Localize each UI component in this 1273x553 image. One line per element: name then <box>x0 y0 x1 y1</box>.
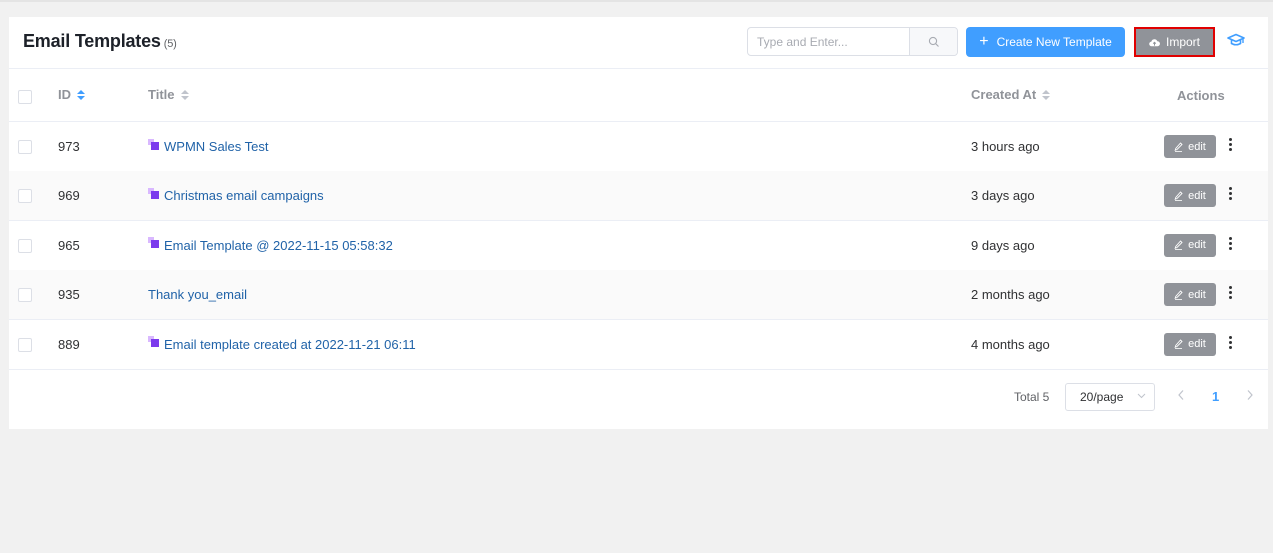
row-checkbox[interactable] <box>18 189 32 204</box>
template-created-at: 9 days ago <box>971 237 1035 253</box>
template-created-at: 3 hours ago <box>971 139 1040 154</box>
more-vertical-icon[interactable] <box>1226 236 1234 253</box>
more-vertical-icon[interactable] <box>1226 286 1234 302</box>
top-divider <box>0 0 1273 2</box>
more-vertical-icon[interactable] <box>1226 187 1234 203</box>
visual-builder-icon <box>148 237 160 249</box>
row-checkbox[interactable] <box>18 337 32 352</box>
page-size-select[interactable]: 20/page <box>1065 383 1155 411</box>
column-actions: Actions <box>1177 88 1225 103</box>
page-number-current[interactable]: 1 <box>1212 389 1219 404</box>
create-new-template-label: Create New Template <box>996 35 1112 49</box>
visual-builder-icon <box>148 138 160 151</box>
template-title-link[interactable]: Email template created at 2022-11-21 06:… <box>148 336 416 352</box>
more-vertical-icon[interactable] <box>1226 335 1234 352</box>
cloud-upload-icon <box>1149 38 1160 46</box>
import-button[interactable]: Import <box>1134 27 1215 57</box>
pencil-icon <box>1174 191 1183 201</box>
table-row: 935 Thank you_email 2 months ago edit <box>9 270 1268 321</box>
table-row: 973 WPMN Sales Test 3 hours ago edit <box>9 122 1268 172</box>
template-count: (5) <box>163 38 177 50</box>
visual-builder-icon <box>148 187 160 200</box>
edit-button[interactable]: edit <box>1164 332 1216 356</box>
plus-icon: + <box>979 33 989 50</box>
pencil-icon <box>1174 339 1183 349</box>
table-header: ID Title Created At Actions <box>9 69 1268 122</box>
template-created-at: 3 days ago <box>971 188 1035 204</box>
search-input[interactable] <box>748 28 910 55</box>
template-id: 965 <box>58 237 80 253</box>
total-count: Total 5 <box>1014 390 1050 404</box>
template-id: 889 <box>58 336 80 352</box>
template-title-link[interactable]: WPMN Sales Test <box>148 138 269 154</box>
column-title[interactable]: Title <box>148 87 189 102</box>
chevron-right-icon[interactable] <box>1246 389 1254 401</box>
pagination: Total 5 20/page 1 <box>9 369 1268 429</box>
template-id: 969 <box>58 188 80 204</box>
template-title-link[interactable]: Email Template @ 2022-11-15 05:58:32 <box>148 237 393 253</box>
template-title: Christmas email campaigns <box>164 188 324 204</box>
table-row: 965 Email Template @ 2022-11-15 05:58:32 9… <box>9 220 1268 271</box>
pencil-icon <box>1174 240 1183 251</box>
edit-button[interactable]: edit <box>1164 184 1216 208</box>
edit-button[interactable]: edit <box>1164 233 1216 257</box>
edit-button[interactable]: edit <box>1164 283 1216 307</box>
create-new-template-button[interactable]: + Create New Template <box>966 27 1125 57</box>
table-row: 969 Christmas email campaigns 3 days ago ed… <box>9 171 1268 222</box>
template-created-at: 2 months ago <box>971 287 1050 303</box>
template-id: 973 <box>58 139 80 154</box>
templates-panel: Email Templates(5) + Create New Template… <box>9 17 1268 429</box>
template-title: Email Template @ 2022-11-15 05:58:32 <box>164 237 393 253</box>
search-button[interactable] <box>910 28 957 55</box>
row-checkbox[interactable] <box>18 238 32 253</box>
edit-label: edit <box>1188 239 1206 252</box>
sort-icon[interactable] <box>180 89 189 100</box>
template-title: WPMN Sales Test <box>164 139 269 154</box>
template-title: Thank you_email <box>148 287 247 303</box>
page-size-value: 20/page <box>1080 390 1124 404</box>
edit-label: edit <box>1188 189 1206 202</box>
column-id[interactable]: ID <box>58 87 85 102</box>
pencil-icon <box>1174 141 1183 152</box>
more-vertical-icon[interactable] <box>1226 138 1234 154</box>
import-label: Import <box>1165 35 1200 49</box>
template-title-link[interactable]: Thank you_email <box>148 287 247 302</box>
table-row: 889 Email template created at 2022-11-21 … <box>9 319 1268 370</box>
pencil-icon <box>1174 290 1183 300</box>
row-checkbox[interactable] <box>18 288 32 303</box>
sort-icon[interactable] <box>1042 89 1051 100</box>
column-created-at[interactable]: Created At <box>971 87 1051 102</box>
page-title: Email Templates (5) <box>23 31 177 51</box>
template-title: Email template created at 2022-11-21 06:… <box>164 336 416 352</box>
search-icon <box>928 36 939 47</box>
select-all-checkbox[interactable] <box>18 90 32 104</box>
template-title-link[interactable]: Christmas email campaigns <box>148 187 324 204</box>
panel-header: Email Templates(5) + Create New Template… <box>9 17 1268 69</box>
template-id: 935 <box>58 287 80 303</box>
chevron-left-icon[interactable] <box>1177 389 1185 401</box>
search-box <box>747 27 958 56</box>
row-checkbox[interactable] <box>18 140 32 154</box>
template-created-at: 4 months ago <box>971 336 1050 352</box>
chevron-down-icon <box>1137 393 1146 399</box>
edit-label: edit <box>1188 288 1206 301</box>
edit-button[interactable]: edit <box>1164 135 1216 158</box>
sort-icon[interactable] <box>77 89 85 100</box>
graduation-cap-icon[interactable] <box>1227 33 1245 48</box>
visual-builder-icon <box>148 336 160 348</box>
edit-label: edit <box>1188 140 1206 153</box>
edit-label: edit <box>1188 338 1206 351</box>
